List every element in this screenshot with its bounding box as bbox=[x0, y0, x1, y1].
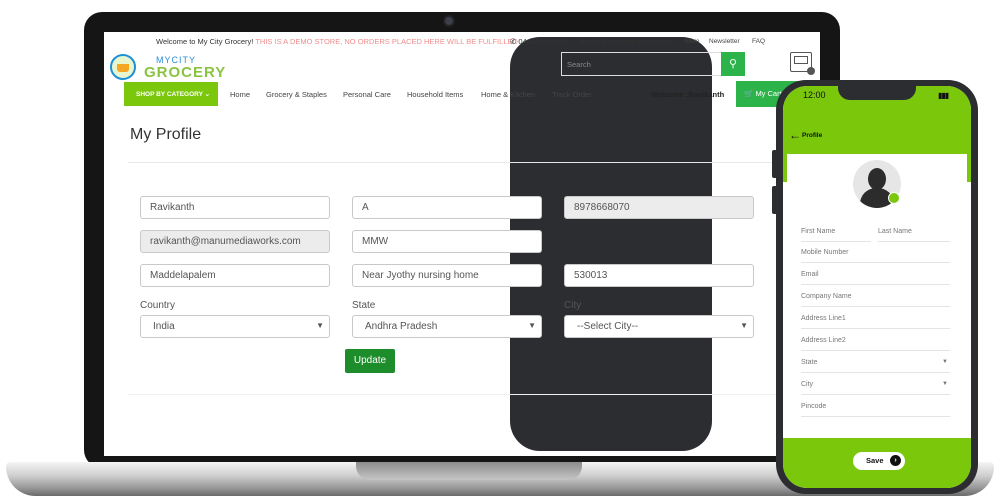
phone-address1-input[interactable]: Address Line1 bbox=[801, 309, 950, 329]
phone-email-input[interactable]: Email bbox=[801, 265, 950, 285]
nav-track-order[interactable]: Track Order bbox=[552, 90, 592, 99]
laptop-screen: Welcome to My City Grocery! THIS IS A DE… bbox=[104, 32, 820, 456]
state-label: State bbox=[352, 300, 376, 311]
country-label: Country bbox=[140, 300, 176, 311]
phone-first-name-input[interactable]: First Name bbox=[801, 222, 871, 242]
laptop-camera bbox=[443, 15, 455, 27]
phone-side-button bbox=[772, 150, 778, 178]
contact-email[interactable]: ✉ info@mycitygrocery.com bbox=[580, 37, 670, 46]
address-line1-field[interactable]: Maddelapalem bbox=[140, 264, 330, 287]
dropdown-arrow-icon: ▼ bbox=[528, 321, 536, 330]
chevron-down-icon: ⌄ bbox=[204, 91, 211, 98]
first-name-field[interactable]: Ravikanth bbox=[140, 196, 330, 219]
nav-household-items[interactable]: Household Items bbox=[407, 90, 463, 99]
phone-address2-input[interactable]: Address Line2 bbox=[801, 331, 950, 351]
phone-company-input[interactable]: Company Name bbox=[801, 287, 950, 307]
status-time: 12:00 bbox=[803, 90, 826, 100]
search-button[interactable]: ⚲ bbox=[721, 52, 745, 76]
nav-personal-care[interactable]: Personal Care bbox=[343, 90, 391, 99]
mockup-stage: Welcome to My City Grocery! THIS IS A DE… bbox=[0, 0, 1000, 500]
logo-line2: GROCERY bbox=[144, 64, 227, 81]
newsletter-link[interactable]: Newsletter bbox=[709, 38, 740, 45]
nav-home[interactable]: Home bbox=[230, 90, 250, 99]
state-select[interactable]: Andhra Pradesh ▼ bbox=[352, 315, 542, 338]
address-line2-field[interactable]: Near Jyothy nursing home bbox=[352, 264, 542, 287]
back-arrow-icon[interactable]: ← bbox=[789, 128, 801, 142]
divider bbox=[128, 394, 796, 395]
phone-side-button bbox=[772, 186, 778, 214]
email-field: ravikanth@manumediaworks.com bbox=[140, 230, 330, 253]
phone-save-button[interactable]: Save › bbox=[853, 452, 905, 470]
cart-icon: 🛒 bbox=[744, 89, 754, 98]
phone-mobile-input[interactable]: Mobile Number bbox=[801, 243, 950, 263]
arrow-right-icon: › bbox=[890, 455, 901, 466]
phone-title: Profile bbox=[802, 132, 823, 139]
divider bbox=[128, 162, 796, 163]
last-name-field[interactable]: A bbox=[352, 196, 542, 219]
phone-icon: ✆ bbox=[510, 37, 517, 46]
dropdown-arrow-icon: ▼ bbox=[316, 321, 324, 330]
dropdown-arrow-icon: ▼ bbox=[942, 381, 948, 387]
top-bar: Welcome to My City Grocery! THIS IS A DE… bbox=[104, 32, 820, 451]
update-button[interactable]: Update bbox=[345, 349, 395, 373]
register-icon[interactable] bbox=[790, 52, 815, 75]
welcome-text: Welcome to My City Grocery! THIS IS A DE… bbox=[156, 37, 518, 46]
store-link[interactable]: Store bbox=[684, 38, 700, 45]
nav-grocery-staples[interactable]: Grocery & Staples bbox=[266, 90, 327, 99]
city-label: City bbox=[564, 300, 582, 311]
laptop-notch bbox=[356, 462, 582, 480]
envelope-icon: ✉ bbox=[580, 37, 587, 46]
camera-icon[interactable] bbox=[888, 192, 900, 204]
phone-city-select[interactable]: City ▼ bbox=[801, 375, 950, 395]
phone-last-name-input[interactable]: Last Name bbox=[878, 222, 950, 242]
phone-state-select[interactable]: State ▼ bbox=[801, 353, 950, 373]
search-input[interactable]: Search bbox=[561, 52, 721, 76]
phone-pincode-input[interactable]: Pincode bbox=[801, 397, 950, 417]
welcome-user: Welcome :Ravikanth bbox=[651, 90, 725, 99]
country-select[interactable]: India ▼ bbox=[140, 315, 330, 338]
city-select[interactable]: --Select City-- ▼ bbox=[564, 315, 754, 338]
basket-icon bbox=[110, 54, 136, 80]
search-icon: ⚲ bbox=[728, 58, 738, 70]
phone-screen: 12:00 ▮▮▮ ← Profile First Name Last Name… bbox=[783, 86, 971, 488]
dropdown-arrow-icon: ▼ bbox=[740, 321, 748, 330]
site-logo[interactable]: MYCITY GROCERY bbox=[110, 52, 230, 82]
dropdown-arrow-icon: ▼ bbox=[942, 359, 948, 365]
page-title: My Profile bbox=[130, 126, 202, 143]
nav-home-kitchen[interactable]: Home & Kitchen bbox=[481, 90, 535, 99]
pincode-field[interactable]: 530013 bbox=[564, 264, 754, 287]
faq-link[interactable]: FAQ bbox=[752, 38, 765, 45]
demo-notice: THIS IS A DEMO STORE, NO ORDERS PLACED H… bbox=[255, 37, 518, 46]
mobile-field: 8978668070 bbox=[564, 196, 754, 219]
phone-notch bbox=[838, 86, 916, 100]
shop-by-category-button[interactable]: SHOP BY CATEGORY ⌄ bbox=[124, 82, 218, 106]
battery-icon: ▮▮▮ bbox=[938, 91, 949, 100]
company-field[interactable]: MMW bbox=[352, 230, 542, 253]
